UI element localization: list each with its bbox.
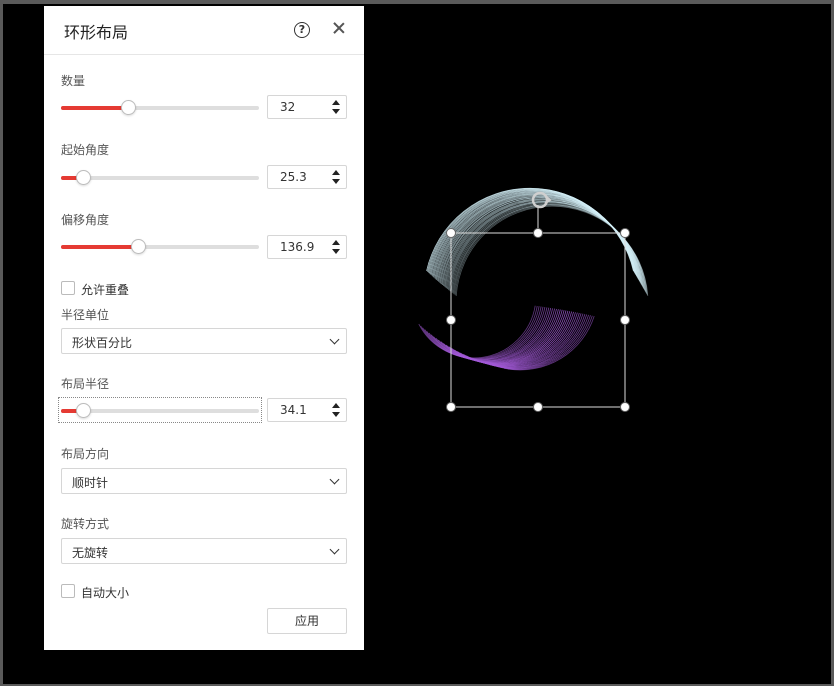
- radius-unit-label: 半径单位: [61, 308, 110, 322]
- panel-title: 环形布局: [64, 23, 129, 42]
- resize-handle[interactable]: [620, 228, 630, 238]
- decrement-arrow-icon[interactable]: [332, 109, 340, 114]
- chevron-down-icon: [329, 544, 340, 555]
- light-arc: [452, 204, 647, 294]
- start-angle-slider[interactable]: [61, 167, 259, 187]
- resize-handle[interactable]: [620, 315, 630, 325]
- layout-radius-slider[interactable]: [58, 397, 262, 423]
- light-arc: [455, 205, 649, 297]
- radius-unit-selected: 形状百分比: [72, 336, 133, 350]
- auto-size-label[interactable]: 自动大小: [81, 584, 129, 601]
- increment-arrow-icon[interactable]: [332, 100, 340, 105]
- slider-thumb[interactable]: [75, 170, 91, 185]
- slider-fill: [61, 245, 139, 249]
- start-angle-label: 起始角度: [61, 143, 110, 157]
- light-arc: [449, 201, 646, 292]
- count-value[interactable]: 32: [280, 100, 295, 114]
- rotation-mode-select[interactable]: 无旋转: [61, 538, 347, 564]
- auto-size-checkbox[interactable]: [61, 584, 75, 598]
- start-angle-stepper[interactable]: 25.3: [267, 165, 347, 189]
- slider-thumb[interactable]: [131, 239, 147, 254]
- resize-handle[interactable]: [446, 315, 456, 325]
- light-arc-group: [426, 187, 649, 297]
- decrement-arrow-icon[interactable]: [332, 179, 340, 184]
- layout-direction-label: 布局方向: [61, 447, 110, 461]
- increment-arrow-icon[interactable]: [332, 170, 340, 175]
- light-arc: [444, 198, 643, 287]
- slider-fill: [61, 106, 129, 110]
- chevron-down-icon: [329, 474, 340, 485]
- panel-header: 环形布局 ?: [44, 6, 364, 55]
- rotation-mode-label: 旋转方式: [61, 517, 110, 531]
- layout-radius-stepper[interactable]: 34.1: [267, 398, 347, 422]
- apply-button[interactable]: 应用: [267, 608, 347, 634]
- offset-angle-value[interactable]: 136.9: [280, 240, 314, 254]
- allow-overlap-checkbox[interactable]: [61, 281, 75, 295]
- count-label: 数量: [61, 74, 86, 88]
- question-circle-icon[interactable]: ?: [294, 22, 310, 38]
- decrement-arrow-icon[interactable]: [332, 249, 340, 254]
- radius-unit-select[interactable]: 形状百分比: [61, 328, 347, 354]
- count-slider[interactable]: [61, 97, 259, 117]
- circular-layout-panel: 环形布局 ? 数量 32 起始角度 25.3 偏移角度 136.9 允许重叠 半…: [44, 6, 364, 650]
- chevron-down-icon: [329, 334, 340, 345]
- resize-handle[interactable]: [446, 228, 456, 238]
- allow-overlap-label[interactable]: 允许重叠: [81, 281, 129, 298]
- resize-handle[interactable]: [620, 402, 630, 412]
- purple-arc-group: [418, 305, 595, 371]
- start-angle-value[interactable]: 25.3: [280, 170, 307, 184]
- close-icon[interactable]: [332, 21, 346, 35]
- count-stepper[interactable]: 32: [267, 95, 347, 119]
- resize-handle[interactable]: [533, 402, 543, 412]
- offset-angle-label: 偏移角度: [61, 213, 110, 227]
- increment-arrow-icon[interactable]: [332, 240, 340, 245]
- increment-arrow-icon[interactable]: [332, 403, 340, 408]
- slider-thumb[interactable]: [75, 403, 91, 418]
- offset-angle-slider[interactable]: [61, 236, 259, 256]
- layout-radius-value[interactable]: 34.1: [280, 403, 307, 417]
- offset-angle-stepper[interactable]: 136.9: [267, 235, 347, 259]
- resize-handle[interactable]: [446, 402, 456, 412]
- resize-handle[interactable]: [533, 228, 543, 238]
- slider-thumb[interactable]: [121, 100, 137, 115]
- layout-direction-select[interactable]: 顺时针: [61, 468, 347, 494]
- rotation-mode-selected: 无旋转: [72, 546, 109, 560]
- layout-direction-selected: 顺时针: [72, 476, 109, 490]
- decrement-arrow-icon[interactable]: [332, 412, 340, 417]
- layout-radius-label: 布局半径: [61, 377, 110, 391]
